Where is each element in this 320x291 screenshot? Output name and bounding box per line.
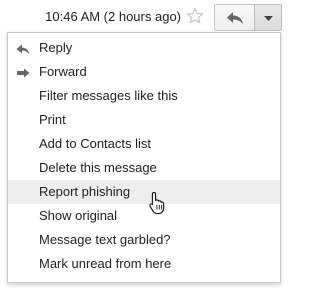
menu-item-message-text-garbled[interactable]: Message text garbled? xyxy=(8,228,280,252)
reply-button[interactable] xyxy=(214,4,254,31)
menu-item-label: Print xyxy=(39,112,66,127)
menu-item-label: Filter messages like this xyxy=(39,88,178,103)
menu-item-label: Delete this message xyxy=(39,160,157,175)
menu-item-show-original[interactable]: Show original xyxy=(8,204,280,228)
menu-item-add-to-contacts[interactable]: Add to Contacts list xyxy=(8,132,280,156)
reply-button-group xyxy=(214,4,282,32)
more-actions-button[interactable] xyxy=(254,4,282,31)
menu-item-label: Show original xyxy=(39,208,118,223)
menu-item-label: Add to Contacts list xyxy=(39,136,151,151)
menu-item-print[interactable]: Print xyxy=(8,108,280,132)
message-timestamp: 10:46 AM (2 hours ago) xyxy=(45,9,181,24)
menu-item-mark-unread[interactable]: Mark unread from here xyxy=(8,252,280,276)
menu-item-delete-message[interactable]: Delete this message xyxy=(8,156,280,180)
email-message-actions: 10:46 AM (2 hours ago) Reply Forward Fil… xyxy=(0,0,287,291)
message-header: 10:46 AM (2 hours ago) xyxy=(0,0,287,36)
more-actions-menu: Reply Forward Filter messages like this … xyxy=(7,32,281,283)
reply-icon xyxy=(16,41,30,55)
menu-item-label: Mark unread from here xyxy=(39,256,172,271)
menu-item-label: Report phishing xyxy=(39,184,131,199)
star-icon[interactable] xyxy=(186,7,204,25)
forward-icon xyxy=(16,65,30,79)
menu-item-report-phishing[interactable]: Report phishing xyxy=(8,180,280,204)
menu-item-filter-messages[interactable]: Filter messages like this xyxy=(8,84,280,108)
dropdown-arrow-icon xyxy=(264,16,273,21)
menu-item-reply[interactable]: Reply xyxy=(8,36,280,60)
menu-item-label: Reply xyxy=(39,40,73,55)
menu-item-label: Forward xyxy=(39,64,87,79)
reply-arrow-icon xyxy=(227,12,243,24)
menu-item-forward[interactable]: Forward xyxy=(8,60,280,84)
menu-item-label: Message text garbled? xyxy=(39,232,171,247)
